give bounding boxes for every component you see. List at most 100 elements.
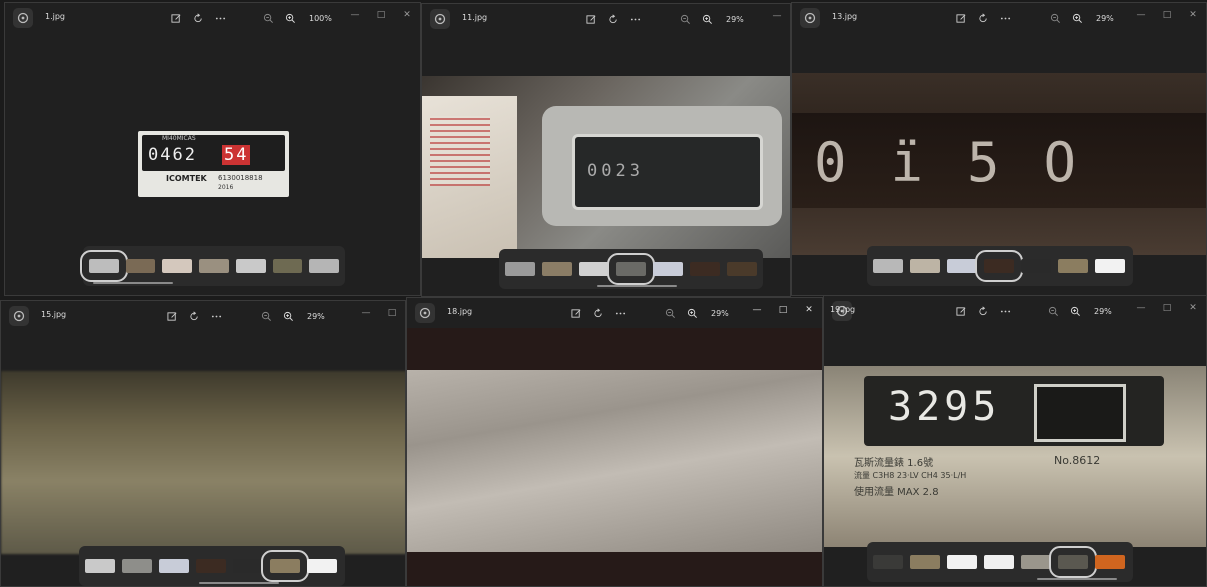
- thumbnail[interactable]: [1049, 546, 1097, 578]
- thumbnail[interactable]: [162, 259, 193, 273]
- thumbnail[interactable]: [309, 259, 340, 273]
- close-button[interactable]: ✕: [394, 6, 420, 24]
- maximize-button[interactable]: □: [1154, 6, 1180, 24]
- rotate-icon[interactable]: [183, 307, 205, 325]
- image-viewer[interactable]: [407, 328, 822, 586]
- zoom-in-icon[interactable]: [279, 9, 301, 27]
- title-bar[interactable]: 1.jpg 100% — □ ✕: [5, 3, 420, 33]
- edit-icon[interactable]: [950, 302, 972, 320]
- edit-icon[interactable]: [580, 10, 602, 28]
- edit-icon[interactable]: [165, 9, 187, 27]
- filmstrip[interactable]: [867, 246, 1133, 286]
- filmstrip-scrollbar[interactable]: [199, 582, 279, 584]
- thumbnail[interactable]: [1021, 259, 1051, 273]
- rotate-icon[interactable]: [602, 10, 624, 28]
- thumbnail[interactable]: [1095, 555, 1125, 569]
- edit-icon[interactable]: [950, 9, 972, 27]
- filmstrip-scrollbar[interactable]: [1037, 578, 1117, 580]
- thumbnail[interactable]: [272, 259, 303, 273]
- edit-icon[interactable]: [565, 304, 587, 322]
- thumbnail[interactable]: [653, 262, 683, 276]
- maximize-button[interactable]: □: [1154, 299, 1180, 317]
- thumbnail[interactable]: [947, 259, 977, 273]
- title-bar[interactable]: 15.jpg 29% — □: [1, 301, 405, 331]
- thumbnail[interactable]: [1021, 555, 1051, 569]
- thumbnail[interactable]: [85, 559, 115, 573]
- title-bar[interactable]: 11.jpg 29% —: [422, 4, 790, 34]
- thumbnail[interactable]: [125, 259, 156, 273]
- thumbnail[interactable]: [607, 253, 655, 285]
- thumbnail[interactable]: [261, 550, 309, 582]
- thumbnail[interactable]: [1095, 259, 1125, 273]
- more-options-icon[interactable]: [205, 307, 227, 325]
- zoom-out-icon[interactable]: [1044, 9, 1066, 27]
- minimize-button[interactable]: —: [744, 301, 770, 319]
- edit-icon[interactable]: [161, 307, 183, 325]
- zoom-out-icon[interactable]: [257, 9, 279, 27]
- zoom-out-icon[interactable]: [1042, 302, 1064, 320]
- thumbnail[interactable]: [1058, 259, 1088, 273]
- filmstrip-scrollbar[interactable]: [93, 282, 173, 284]
- thumbnail[interactable]: [196, 559, 226, 573]
- maximize-button[interactable]: □: [770, 301, 796, 319]
- image-viewer[interactable]: 0ï5O: [792, 33, 1206, 255]
- thumbnail[interactable]: [307, 559, 337, 573]
- zoom-in-icon[interactable]: [277, 307, 299, 325]
- thumbnail[interactable]: [542, 262, 572, 276]
- filmstrip-scrollbar[interactable]: [597, 285, 677, 287]
- title-bar[interactable]: 18.jpg 29% — □ ✕: [407, 298, 822, 328]
- close-button[interactable]: ✕: [1180, 299, 1206, 317]
- zoom-in-icon[interactable]: [1064, 302, 1086, 320]
- thumbnail[interactable]: [199, 259, 229, 273]
- filmstrip[interactable]: [499, 249, 763, 289]
- zoom-level[interactable]: 29%: [1094, 307, 1112, 316]
- thumbnail[interactable]: [505, 262, 535, 276]
- image-viewer[interactable]: MI40MICAS 0462 54 ICOMTEK 6130018818 201…: [5, 33, 420, 243]
- minimize-button[interactable]: —: [1128, 299, 1154, 317]
- zoom-level[interactable]: 100%: [309, 14, 332, 23]
- thumbnail[interactable]: [984, 555, 1014, 569]
- zoom-level[interactable]: 29%: [711, 309, 729, 318]
- zoom-in-icon[interactable]: [681, 304, 703, 322]
- rotate-icon[interactable]: [972, 302, 994, 320]
- close-button[interactable]: ✕: [1180, 6, 1206, 24]
- minimize-button[interactable]: —: [342, 6, 368, 24]
- filmstrip[interactable]: [867, 542, 1133, 582]
- zoom-level[interactable]: 29%: [726, 15, 744, 24]
- more-options-icon[interactable]: [624, 10, 646, 28]
- minimize-button[interactable]: —: [353, 304, 379, 322]
- thumbnail[interactable]: [235, 259, 266, 273]
- more-options-icon[interactable]: [994, 9, 1016, 27]
- image-viewer[interactable]: [1, 331, 405, 554]
- thumbnail[interactable]: [80, 250, 128, 282]
- thumbnail[interactable]: [122, 559, 152, 573]
- thumbnail[interactable]: [910, 555, 940, 569]
- zoom-out-icon[interactable]: [674, 10, 696, 28]
- thumbnail[interactable]: [159, 559, 189, 573]
- maximize-button[interactable]: □: [368, 6, 394, 24]
- thumbnail[interactable]: [873, 555, 903, 569]
- zoom-out-icon[interactable]: [659, 304, 681, 322]
- image-viewer[interactable]: 0023: [422, 34, 790, 258]
- thumbnail[interactable]: [975, 250, 1023, 282]
- title-bar[interactable]: 13.jpg 29% — □ ✕: [792, 3, 1206, 33]
- filmstrip[interactable]: [79, 546, 345, 586]
- thumbnail[interactable]: [233, 559, 263, 573]
- rotate-icon[interactable]: [972, 9, 994, 27]
- minimize-button[interactable]: —: [1128, 6, 1154, 24]
- zoom-in-icon[interactable]: [1066, 9, 1088, 27]
- zoom-out-icon[interactable]: [255, 307, 277, 325]
- minimize-button[interactable]: —: [764, 7, 790, 25]
- filmstrip[interactable]: [80, 246, 345, 286]
- thumbnail[interactable]: [910, 259, 940, 273]
- zoom-level[interactable]: 29%: [307, 312, 325, 321]
- more-options-icon[interactable]: [609, 304, 631, 322]
- zoom-in-icon[interactable]: [696, 10, 718, 28]
- more-options-icon[interactable]: [209, 9, 231, 27]
- rotate-icon[interactable]: [587, 304, 609, 322]
- thumbnail[interactable]: [690, 262, 720, 276]
- thumbnail[interactable]: [727, 262, 757, 276]
- thumbnail[interactable]: [579, 262, 609, 276]
- thumbnail[interactable]: [947, 555, 977, 569]
- image-viewer[interactable]: 3295 瓦斯流量錶 1.6號 No.8612 流量 C3H8 23·LV CH…: [824, 326, 1206, 547]
